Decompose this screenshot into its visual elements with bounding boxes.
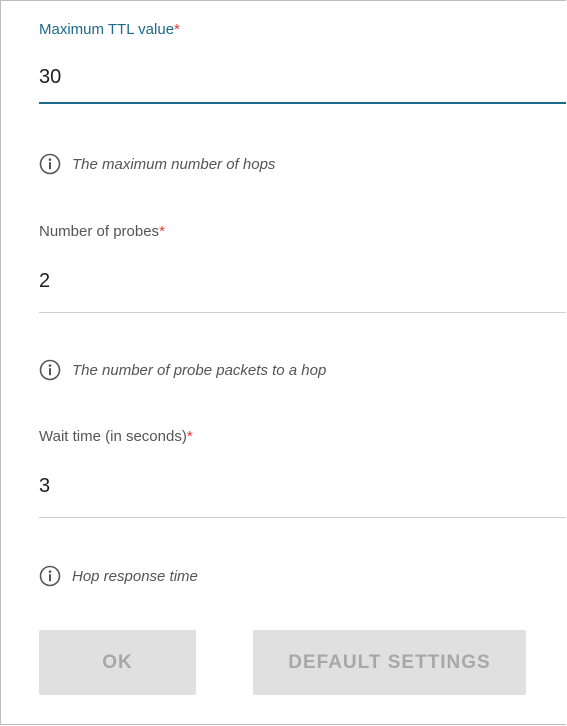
info-icon [39, 565, 61, 587]
num-probes-field: Number of probes* [39, 211, 566, 315]
num-probes-label-text: Number of probes [39, 223, 160, 240]
max-ttl-field: Maximum TTL value* [39, 1, 566, 105]
num-probes-underline [39, 312, 566, 313]
num-probes-label: Number of probes* [39, 223, 165, 240]
required-mark: * [174, 21, 180, 38]
wait-time-hint: Hop response time [39, 565, 198, 587]
num-probes-hint-text: The number of probe packets to a hop [72, 361, 327, 379]
num-probes-hint: The number of probe packets to a hop [39, 359, 326, 381]
required-mark: * [186, 428, 193, 445]
traceroute-settings-panel: Maximum TTL value* The maximum number of… [0, 0, 566, 725]
num-probes-input[interactable] [39, 266, 566, 296]
max-ttl-underline [39, 102, 566, 104]
wait-time-label: Wait time (in seconds)* [39, 428, 193, 445]
max-ttl-label-text: Maximum TTL value [39, 21, 175, 38]
max-ttl-label: Maximum TTL value* [39, 21, 180, 38]
info-icon [39, 359, 61, 381]
default-settings-button[interactable]: DEFAULT SETTINGS [253, 630, 526, 695]
required-mark: * [159, 223, 165, 240]
max-ttl-input[interactable] [39, 62, 566, 92]
max-ttl-hint: The maximum number of hops [39, 153, 275, 175]
wait-time-underline [39, 517, 566, 518]
wait-time-hint-text: Hop response time [72, 567, 198, 585]
wait-time-input[interactable] [39, 471, 566, 501]
max-ttl-hint-text: The maximum number of hops [72, 155, 276, 173]
wait-time-field: Wait time (in seconds)* [39, 416, 566, 520]
wait-time-label-text: Wait time (in seconds) [39, 428, 187, 445]
info-icon [39, 153, 61, 175]
ok-button[interactable]: OK [39, 630, 196, 695]
